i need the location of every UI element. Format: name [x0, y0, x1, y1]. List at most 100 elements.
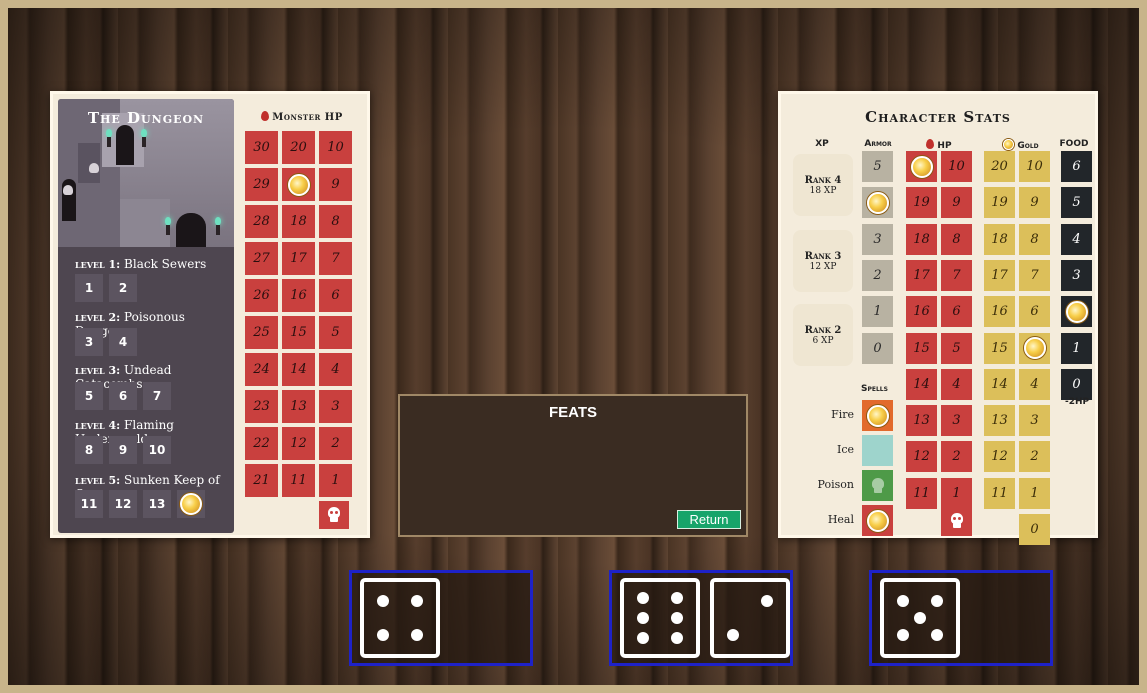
monster-defeated-box: [319, 501, 349, 529]
feats-title: FEATS: [548, 404, 598, 421]
spell-ice-label: Ice: [836, 443, 854, 456]
hp-cell: 16: [906, 296, 937, 328]
monster-hp-cell: 16: [282, 279, 315, 312]
monster-hp-cell: 18: [282, 205, 315, 238]
room-box: 13: [143, 490, 171, 518]
hp-cell: 13: [906, 405, 937, 437]
monster-hp-cell: 11: [282, 464, 315, 497]
room-box: 11: [75, 490, 103, 518]
monster-hp-cell: 29: [245, 168, 278, 201]
monster-hp-cell: 5: [319, 316, 352, 349]
monster-hp-cell: 4: [319, 353, 352, 386]
armor-header: Armor: [864, 139, 892, 149]
food-header: FOOD: [1059, 139, 1089, 149]
die-pip: [931, 594, 944, 607]
gold-cell: 8: [1019, 223, 1050, 255]
level-4-rooms: 8 9 10: [75, 436, 171, 464]
hp-cell: 14: [906, 368, 937, 400]
armor-cell: 1: [862, 296, 893, 328]
skull-icon: [949, 512, 965, 529]
coin-marker-icon: [866, 509, 889, 532]
monster-hp-cell: 20: [282, 131, 315, 164]
gold-cell: 11: [984, 477, 1015, 509]
gold-cell: 2: [1019, 441, 1050, 473]
room-box: 5: [75, 382, 103, 410]
hp-cell: 17: [906, 259, 937, 291]
dungeon-card: The Dungeon level 1: Black Sewers 1 2 le…: [50, 91, 370, 538]
room-box: 8: [75, 436, 103, 464]
blood-drop-icon: [261, 111, 270, 121]
return-button[interactable]: Return: [677, 510, 741, 529]
gold-cell: 9: [1019, 187, 1050, 219]
die-pip: [896, 594, 909, 607]
gold-cell: 16: [984, 296, 1015, 328]
player-dead-box: [941, 505, 972, 536]
dice-tray-2[interactable]: [609, 570, 793, 666]
room-box: 10: [143, 436, 171, 464]
monster-hp-cell: 1: [319, 464, 352, 497]
die[interactable]: [710, 578, 790, 658]
room-box: 12: [109, 490, 137, 518]
gold-cell: 18: [984, 223, 1015, 255]
monster-hp-cell: 15: [282, 316, 315, 349]
xp-header: XP: [815, 139, 829, 149]
level-1-label: level 1: Black Sewers: [75, 257, 207, 271]
armor-cell: 2: [862, 259, 893, 291]
hp-cell: 18: [906, 223, 937, 255]
character-stats-card: Character Stats XP Armor HP Gold FOOD Ra…: [778, 91, 1098, 545]
blood-drop-icon: [926, 139, 935, 149]
armor-cell: 5: [862, 151, 893, 182]
monster-hp-title: Monster HP: [238, 111, 366, 123]
coin-marker-icon: [866, 191, 889, 214]
die[interactable]: [360, 578, 440, 658]
food-cell: 1: [1061, 332, 1092, 364]
die[interactable]: [880, 578, 960, 658]
gold-cell: 12: [984, 441, 1015, 473]
rank-4-box: Rank 4 18 XP: [793, 154, 853, 216]
coin-marker-icon: [1065, 300, 1088, 323]
dice-tray-1[interactable]: [349, 570, 533, 666]
gold-cell: 15: [984, 332, 1015, 364]
dungeon-illustration: The Dungeon: [58, 99, 234, 247]
food-cell: 3: [1061, 259, 1092, 291]
monster-hp-cell: 14: [282, 353, 315, 386]
hp-cell: 10: [941, 151, 972, 182]
spell-fire-label: Fire: [831, 408, 854, 421]
coin-marker-icon: [910, 155, 933, 178]
monster-hp-cell: [282, 168, 315, 201]
spell-poison-label: Poison: [817, 478, 854, 491]
room-box: 6: [109, 382, 137, 410]
game-table: The Dungeon level 1: Black Sewers 1 2 le…: [8, 8, 1139, 685]
gold-cell: 1: [1019, 477, 1050, 509]
hp-cell: 19: [906, 187, 937, 219]
dice-tray-3[interactable]: [869, 570, 1053, 666]
rank-3-box: Rank 3 12 XP: [793, 230, 853, 292]
armor-cell: 3: [862, 223, 893, 255]
food-note: -2HP: [1065, 397, 1090, 407]
skull-icon: [89, 163, 99, 173]
gold-cell: 6: [1019, 296, 1050, 328]
gold-cell: 7: [1019, 259, 1050, 291]
level-5-rooms: 11 12 13: [75, 490, 205, 518]
monster-hp-cell: 10: [319, 131, 352, 164]
die-pip: [376, 594, 389, 607]
gold-cell: 19: [984, 187, 1015, 219]
gold-cell: 20: [984, 151, 1015, 182]
hp-cell: 15: [906, 332, 937, 364]
die-pip: [376, 629, 389, 642]
die-pip: [931, 629, 944, 642]
monster-hp-cell: 9: [319, 168, 352, 201]
die[interactable]: [620, 578, 700, 658]
gold-cell: 3: [1019, 405, 1050, 437]
skull-icon: [326, 507, 342, 523]
die-pip: [636, 632, 649, 645]
level-1-rooms: 1 2: [75, 274, 137, 302]
monster-hp-cell: 28: [245, 205, 278, 238]
hp-cell: 7: [941, 259, 972, 291]
hp-cell: 4: [941, 368, 972, 400]
spell-heal-box: [862, 505, 893, 536]
die-pip: [761, 594, 774, 607]
armor-cell: [862, 187, 893, 219]
rank-2-box: Rank 26 XP: [793, 304, 853, 366]
hp-cell: 5: [941, 332, 972, 364]
